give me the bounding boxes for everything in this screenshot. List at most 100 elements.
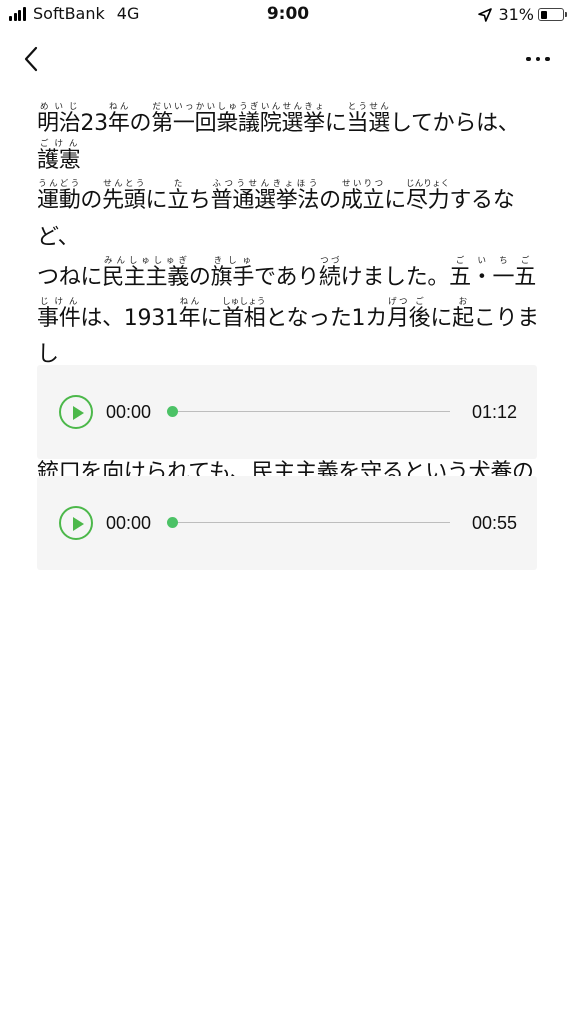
chevron-left-icon (24, 46, 38, 72)
back-button[interactable] (14, 42, 48, 76)
text-segment: となった1カ (265, 305, 387, 331)
article-line: つねに民主主義みんしゅしゅぎの旗手きしゅであり続つづけました。五・一五ごいちご (37, 256, 545, 297)
furigana-reading: みんしゅしゅぎ (102, 256, 189, 266)
word-text: 月 (386, 305, 409, 331)
text-segment: の (80, 188, 103, 213)
furigana-reading: つづ (318, 256, 341, 266)
article-line: 運動うんどうの先頭せんとうに立たち普通選挙法ふつうせんきょほうの成立せいりつに尽… (37, 179, 545, 256)
furigana-word: 当選とうせん (346, 103, 391, 136)
word-text: 尽力 (405, 188, 450, 213)
furigana-reading: せんとう (102, 179, 146, 189)
play-icon (73, 405, 84, 420)
text-segment: に (430, 305, 453, 331)
battery-icon (538, 8, 567, 21)
text-segment: は、1931 (80, 305, 179, 331)
text-segment: に (145, 188, 168, 213)
battery-nub (565, 12, 567, 17)
word-text: 起 (452, 305, 474, 331)
furigana-reading: きしゅ (210, 256, 255, 266)
furigana-reading: ご (408, 296, 431, 307)
word-text: 立 (167, 188, 189, 213)
text-segment: に (324, 111, 347, 136)
furigana-word: 第一回衆議院選挙だいいっかいしゅうぎいんせんきょ (151, 103, 325, 136)
duration: 01:12 (471, 402, 517, 422)
furigana-word: 年ねん (108, 103, 130, 136)
ellipsis-dot (526, 56, 531, 62)
furigana-word: 起お (452, 297, 474, 331)
ellipsis-dot (545, 56, 550, 62)
furigana-reading: ごいちご (449, 256, 536, 266)
word-text: 民主主義 (102, 265, 189, 290)
furigana-reading: とうせん (346, 102, 390, 112)
furigana-word: 普通選挙法ふつうせんきょほう (211, 180, 320, 213)
play-button[interactable] (59, 506, 93, 540)
furigana-reading: せいりつ (340, 179, 385, 189)
progress-handle[interactable] (167, 517, 178, 528)
furigana-reading: ふつうせんきょほう (210, 179, 320, 189)
furigana-reading: お (452, 296, 474, 307)
furigana-reading: だいいっかいしゅうぎいんせんきょ (151, 102, 325, 112)
furigana-reading: めいじ (37, 102, 81, 112)
word-text: 明治 (37, 111, 81, 136)
word-text: 成立 (340, 188, 385, 213)
furigana-reading: じけん (37, 296, 81, 307)
duration: 00:55 (471, 513, 517, 533)
furigana-reading: しゅしょう (222, 296, 266, 307)
furigana-word: 続つづ (318, 257, 341, 290)
word-text: 五・一五 (449, 265, 536, 290)
furigana-reading: た (167, 179, 189, 189)
progress-track[interactable] (173, 522, 450, 523)
audio-player: 00:00 01:12 (37, 365, 537, 459)
word-text: 第一回衆議院選挙 (151, 111, 325, 136)
word-text: 当選 (346, 111, 391, 136)
word-text: 先頭 (102, 188, 146, 213)
furigana-word: 首相しゅしょう (222, 297, 266, 330)
furigana-reading: ごけん (37, 138, 81, 149)
furigana-reading: ねん (107, 102, 130, 112)
battery-level-fill (540, 10, 547, 19)
furigana-reading: うんどう (37, 179, 81, 189)
battery-percent: 31% (498, 5, 534, 24)
text-segment: の (319, 188, 341, 213)
furigana-word: 運動うんどう (37, 180, 81, 213)
furigana-word: 旗手きしゅ (210, 257, 255, 290)
article-line: 明治めいじ23年ねんの第一回衆議院選挙だいいっかいしゅうぎいんせんきょに当選とう… (37, 102, 545, 179)
play-icon (73, 516, 84, 531)
word-text: 護憲 (37, 147, 81, 173)
play-button[interactable] (59, 395, 93, 429)
audio-player: 00:00 00:55 (37, 476, 537, 570)
text-segment: の (129, 111, 152, 136)
text-segment: つねに (37, 265, 103, 290)
more-options-button[interactable] (518, 42, 558, 76)
text-segment: 23 (80, 111, 108, 136)
word-text: 事件 (37, 305, 81, 331)
current-time: 00:00 (106, 402, 152, 422)
location-arrow-icon (478, 7, 493, 22)
article-line: 事件じけんは、1931年ねんに首相しゅしょうとなった1カ月げつ後ごに起おこりまし (37, 297, 545, 374)
word-text: 後 (408, 305, 431, 331)
word-text: 旗手 (210, 265, 255, 290)
status-bar: SoftBank 4G 9:00 31% (0, 0, 576, 30)
text-segment: してからは、 (389, 111, 520, 136)
progress-handle[interactable] (167, 406, 178, 417)
text-segment: の (188, 265, 211, 290)
text-segment: であり (254, 265, 319, 290)
word-text: 年 (178, 305, 201, 331)
text-segment: に (200, 305, 223, 331)
furigana-word: 成立せいりつ (340, 180, 385, 213)
furigana-word: 護憲ごけん (37, 139, 81, 173)
word-text: 運動 (37, 188, 81, 213)
furigana-word: 後ご (408, 297, 431, 331)
furigana-word: 先頭せんとう (102, 180, 146, 213)
furigana-word: 五・一五ごいちご (449, 257, 536, 290)
progress-track[interactable] (173, 411, 450, 412)
word-text: 続 (318, 265, 341, 290)
furigana-reading: げつ (386, 296, 409, 307)
furigana-reading: ねん (178, 296, 201, 307)
furigana-word: 月げつ (386, 297, 409, 331)
furigana-word: 民主主義みんしゅしゅぎ (102, 257, 189, 290)
text-segment: けました。 (340, 265, 450, 290)
current-time: 00:00 (106, 513, 152, 533)
furigana-word: 年ねん (178, 297, 201, 331)
furigana-reading: じんりょく (405, 179, 450, 189)
